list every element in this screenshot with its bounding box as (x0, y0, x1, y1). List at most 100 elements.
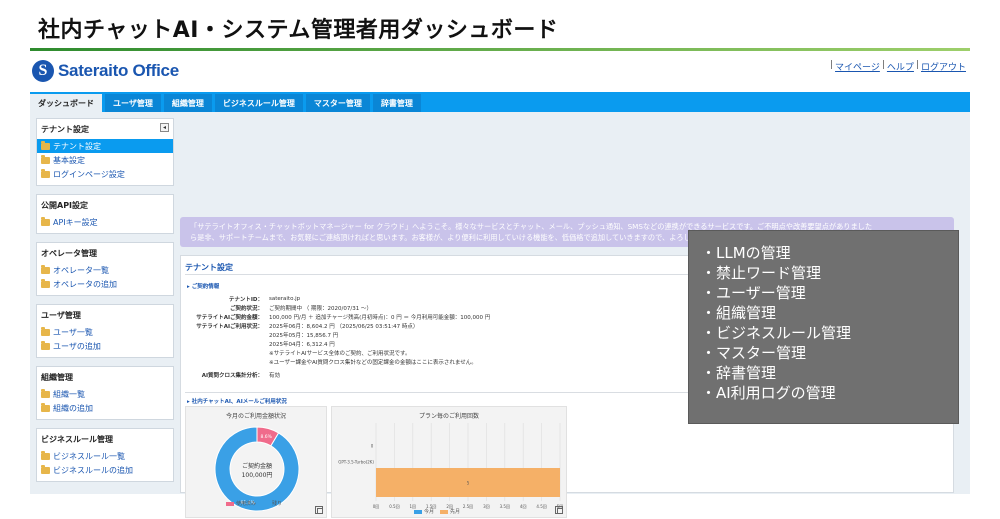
info-row: 2025年04月：6,312.4 円 (269, 341, 335, 348)
page-title: 社内チャットAI・システム管理者用ダッシュボード (38, 18, 559, 43)
info-row: テナントID： sateraito.jp (228, 295, 301, 303)
legend-swatch-remaining (262, 501, 271, 506)
x-tick-label: 0.5回 (389, 504, 399, 509)
folder-icon (41, 326, 50, 336)
sidebar-item-basic-settings[interactable]: 基本設定 (37, 153, 173, 167)
top-links: | マイページ | ヘルプ | ログアウト (830, 60, 966, 73)
link-mypage[interactable]: マイページ (835, 60, 880, 73)
plan-usage-chart: プラン毎のご利用回数 0回 0.5回 1回 1.5回 2回 2.5回 3回 3.5回 4回 4.5… (331, 406, 567, 518)
feature-item: ・マスター管理 (701, 344, 807, 362)
usage-heading: ▸ 社内チャットAI、AIメールご利用状況 (187, 399, 287, 405)
info-row: 2025年05月：15,856.7 円 (269, 332, 339, 339)
tab-business-rule-management[interactable]: ビジネスルール管理 (214, 94, 303, 112)
sidebar-group-title: ユーザ管理 (41, 311, 81, 320)
title-underline (30, 48, 970, 51)
sidebar-group-tenant: テナント設定 ◂ テナント設定 基本設定 ログインページ設定 (36, 118, 174, 186)
sidebar-item-operator-list[interactable]: オペレータ一覧 (37, 263, 173, 277)
logo[interactable]: S Sateraito Office (32, 60, 179, 82)
expand-icon[interactable] (315, 506, 323, 514)
legend-swatch-this-month (414, 509, 422, 514)
sidebar-item-api-key-settings[interactable]: APIキー設定 (37, 215, 173, 229)
folder-icon (41, 388, 50, 398)
sidebar-group-public-api: 公開API設定 APIキー設定 (36, 194, 174, 234)
contract-info-table: テナントID： sateraito.jp ご契約状況： ご契約期間中 （ 期限：20… (189, 294, 490, 379)
legend-swatch-last-month (440, 509, 449, 514)
sidebar-group-title: 組織管理 (41, 373, 73, 382)
panel-title: テナント設定 (185, 263, 233, 272)
tab-master-management[interactable]: マスター管理 (305, 94, 370, 112)
pie-legend: 使用済み 残り (220, 500, 282, 507)
sidebar-item-organization-add[interactable]: 組織の追加 (37, 401, 173, 415)
x-tick-label: 4.5回 (536, 504, 546, 509)
tab-dashboard[interactable]: ダッシュボード (30, 94, 102, 112)
divider (185, 392, 733, 393)
tab-user-management[interactable]: ユーザ管理 (105, 94, 161, 112)
sidebar-group-organization: 組織管理 組織一覧 組織の追加 (36, 366, 174, 420)
sidebar-item-business-rule-add[interactable]: ビジネスルールの追加 (37, 463, 173, 477)
legend-label: 先月 (450, 509, 461, 515)
main-tabbar: ダッシュボード ユーザ管理 組織管理 ビジネスルール管理 マスター管理 辞書管理 (30, 92, 970, 112)
sidebar-group-business-rule: ビジネスルール管理 ビジネスルール一覧 ビジネスルールの追加 (36, 428, 174, 482)
sidebar-item-user-list[interactable]: ユーザ一覧 (37, 325, 173, 339)
info-row: サテライトAIご利用状況： 2025年06月：8,604.2 円 （2025/06… (196, 323, 419, 330)
folder-icon (41, 464, 50, 474)
folder-icon (41, 450, 50, 460)
folder-icon (41, 140, 50, 150)
legend-label: 残り (272, 501, 283, 507)
pie-slice-label: 8.6% (260, 434, 272, 440)
folder-icon (41, 154, 50, 164)
sidebar-item-tenant-settings[interactable]: テナント設定 (37, 139, 173, 153)
contract-info-heading: ▸ ご契約情報 (187, 284, 220, 290)
info-row: サテライトAIご契約金額： 100,000 円/月 ＋ 追加チャージ残高(月初時点… (196, 314, 491, 321)
x-tick-label: 3.5回 (500, 504, 510, 509)
x-tick-label: 2.5回 (463, 504, 473, 509)
y-category-label: GPT-3.5-Turbo(2K) (338, 460, 374, 465)
sidebar-group-operator: オペレータ管理 オペレータ一覧 オペレータの追加 (36, 242, 174, 296)
sidebar-item-organization-list[interactable]: 組織一覧 (37, 387, 173, 401)
tab-organization-management[interactable]: 組織管理 (163, 94, 212, 112)
sidebar-collapse-button[interactable]: ◂ (160, 123, 169, 132)
sidebar: テナント設定 ◂ テナント設定 基本設定 ログインページ設定 公開API設定 A… (36, 118, 174, 490)
sidebar-group-title: 公開API設定 (41, 201, 89, 210)
link-help[interactable]: ヘルプ (887, 60, 914, 73)
expand-icon[interactable] (555, 506, 563, 514)
folder-icon (41, 340, 50, 350)
sidebar-item-business-rule-list[interactable]: ビジネスルール一覧 (37, 449, 173, 463)
folder-icon (41, 264, 50, 274)
feature-item: ・AI利用ログの管理 (701, 384, 836, 402)
feature-list-overlay: ・LLMの管理 ・禁止ワード管理 ・ユーザー管理 ・組織管理 ・ビジネスルール管… (688, 230, 959, 424)
tab-dictionary-management[interactable]: 辞書管理 (372, 94, 421, 112)
info-row: ご契約状況： ご契約期間中 （ 期限：2020/07/31 ～） (229, 305, 372, 312)
legend-label: 使用済み (236, 501, 257, 507)
link-logout[interactable]: ログアウト (921, 60, 966, 73)
sidebar-group-user: ユーザ管理 ユーザ一覧 ユーザの追加 (36, 304, 174, 358)
x-tick-label: 0回 (373, 504, 380, 509)
info-row: ※ユーザー課金やAI質問クロス集計などの固定課金の金額はここに表示されません。 (269, 359, 477, 366)
bar-legend: 今月 先月 (408, 508, 460, 515)
sidebar-group-title: ビジネスルール管理 (41, 435, 113, 444)
pie-center-label: ご契約金額 (242, 462, 272, 470)
feature-item: ・LLMの管理 (701, 244, 791, 262)
x-tick-label: 3回 (483, 504, 490, 509)
folder-icon (41, 216, 50, 226)
divider (185, 274, 733, 275)
legend-label: 今月 (424, 509, 435, 515)
sidebar-item-user-add[interactable]: ユーザの追加 (37, 339, 173, 353)
sidebar-item-login-page-settings[interactable]: ログインページ設定 (37, 167, 173, 181)
sidebar-group-title: テナント設定 ◂ (37, 119, 173, 139)
logo-icon: S (32, 60, 54, 82)
info-row: AI質問クロス集計分析： 有効 (201, 372, 281, 379)
folder-icon (41, 402, 50, 412)
sidebar-item-operator-add[interactable]: オペレータの追加 (37, 277, 173, 291)
legend-swatch-used (226, 501, 234, 506)
bar-data-label: 0 (371, 444, 374, 449)
feature-item: ・禁止ワード管理 (701, 264, 822, 282)
feature-item: ・辞書管理 (701, 364, 777, 382)
pie-center-value: 100,000円 (242, 472, 273, 479)
feature-item: ・組織管理 (701, 304, 777, 322)
logo-text: Sateraito Office (58, 61, 179, 80)
info-row: ※サテライトAIサービス全体のご契約、ご利用状況です。 (269, 350, 411, 357)
sidebar-group-title: オペレータ管理 (41, 249, 97, 258)
folder-icon (41, 168, 50, 178)
bar-chart: 0回 0.5回 1回 1.5回 2回 2.5回 3回 3.5回 4回 4.5回 5回GPT-3.5-… (338, 423, 563, 509)
